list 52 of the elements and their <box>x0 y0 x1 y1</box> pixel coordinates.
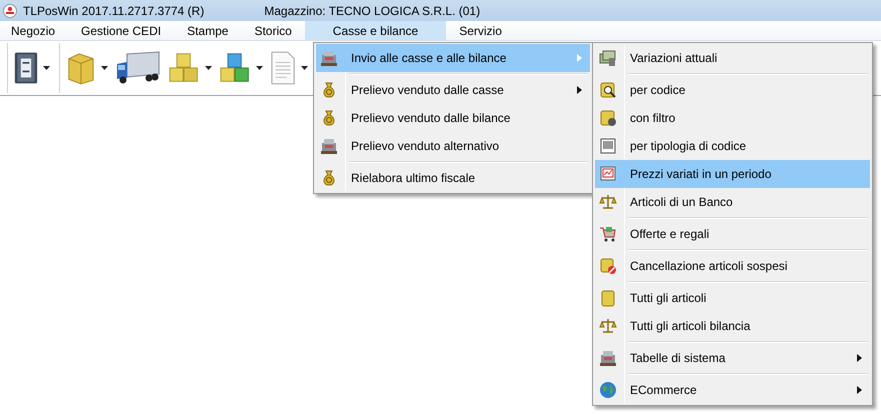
menu-item[interactable]: Variazioni attuali <box>595 44 870 72</box>
dropdown-arrow-icon[interactable] <box>301 66 308 70</box>
cancel-box-icon <box>599 257 617 275</box>
dropdown-arrow-icon[interactable] <box>101 66 108 70</box>
menu-item[interactable]: Prelievo venduto dalle bilance <box>316 104 590 132</box>
money-stack-icon <box>599 49 617 67</box>
menu-item[interactable]: ECommerce <box>595 376 870 404</box>
globe-icon <box>599 381 617 399</box>
box-icon <box>66 51 96 85</box>
document-icon <box>270 51 296 85</box>
chart-icon <box>599 165 617 183</box>
dropdown-arrow-icon[interactable] <box>205 66 212 70</box>
dropdown-arrow-icon[interactable] <box>256 66 263 70</box>
menu-item[interactable]: con filtro <box>595 104 870 132</box>
menu-item[interactable]: Tabelle di sistema <box>595 344 870 372</box>
window-subtitle: Magazzino: TECNO LOGICA S.R.L. (01) <box>264 2 480 20</box>
menu-bar-item[interactable]: Servizio <box>446 21 515 40</box>
menu-bar-item[interactable]: Storico <box>241 21 305 40</box>
cubes-icon <box>219 52 251 84</box>
cubes-icon <box>168 52 200 84</box>
scale-icon <box>599 193 617 211</box>
box-icon <box>599 289 617 307</box>
toolbar-button[interactable] <box>12 50 52 86</box>
scale-icon <box>599 317 617 335</box>
menu-item[interactable]: Tutti gli articoli bilancia <box>595 312 870 340</box>
app-logo-icon <box>3 4 17 18</box>
cash-register-icon <box>320 49 338 67</box>
menu-item[interactable]: per tipologia di codice <box>595 132 870 160</box>
barcode-icon <box>599 137 617 155</box>
menu-item[interactable]: Rielabora ultimo fiscale <box>316 164 590 192</box>
dropdown-arrow-icon[interactable] <box>43 66 50 70</box>
cash-register-icon <box>599 349 617 367</box>
menu-item[interactable]: per codice <box>595 76 870 104</box>
menu-item[interactable]: Prezzi variati in un periodo <box>595 160 870 188</box>
menu-item[interactable]: Invio alle casse e alle bilance <box>316 44 590 72</box>
search-box-icon <box>599 81 617 99</box>
menu-item[interactable]: Cancellazione articoli sospesi <box>595 252 870 280</box>
window-title: TLPosWin 2017.11.2717.3774 (R) <box>23 2 204 20</box>
menu-bar-item[interactable]: Gestione CEDI <box>68 21 174 40</box>
menu-bar-item[interactable]: Casse e bilance <box>304 21 446 40</box>
cash-register-icon <box>320 137 338 155</box>
menu-item[interactable]: Articoli di un Banco <box>595 188 870 216</box>
truck-icon <box>115 50 161 86</box>
box-icon <box>599 109 617 127</box>
menu-item[interactable]: Prelievo venduto alternativo <box>316 132 590 160</box>
menu-item[interactable]: Offerte e regali <box>595 220 870 248</box>
cart-icon <box>599 225 617 243</box>
menu-bar-item[interactable]: Negozio <box>0 21 68 40</box>
menu-item[interactable]: Prelievo venduto dalle casse <box>316 76 590 104</box>
book-icon <box>14 50 38 86</box>
menu-item[interactable]: Tutti gli articoli <box>595 284 870 312</box>
menu-bar-item[interactable]: Stampe <box>174 21 242 40</box>
